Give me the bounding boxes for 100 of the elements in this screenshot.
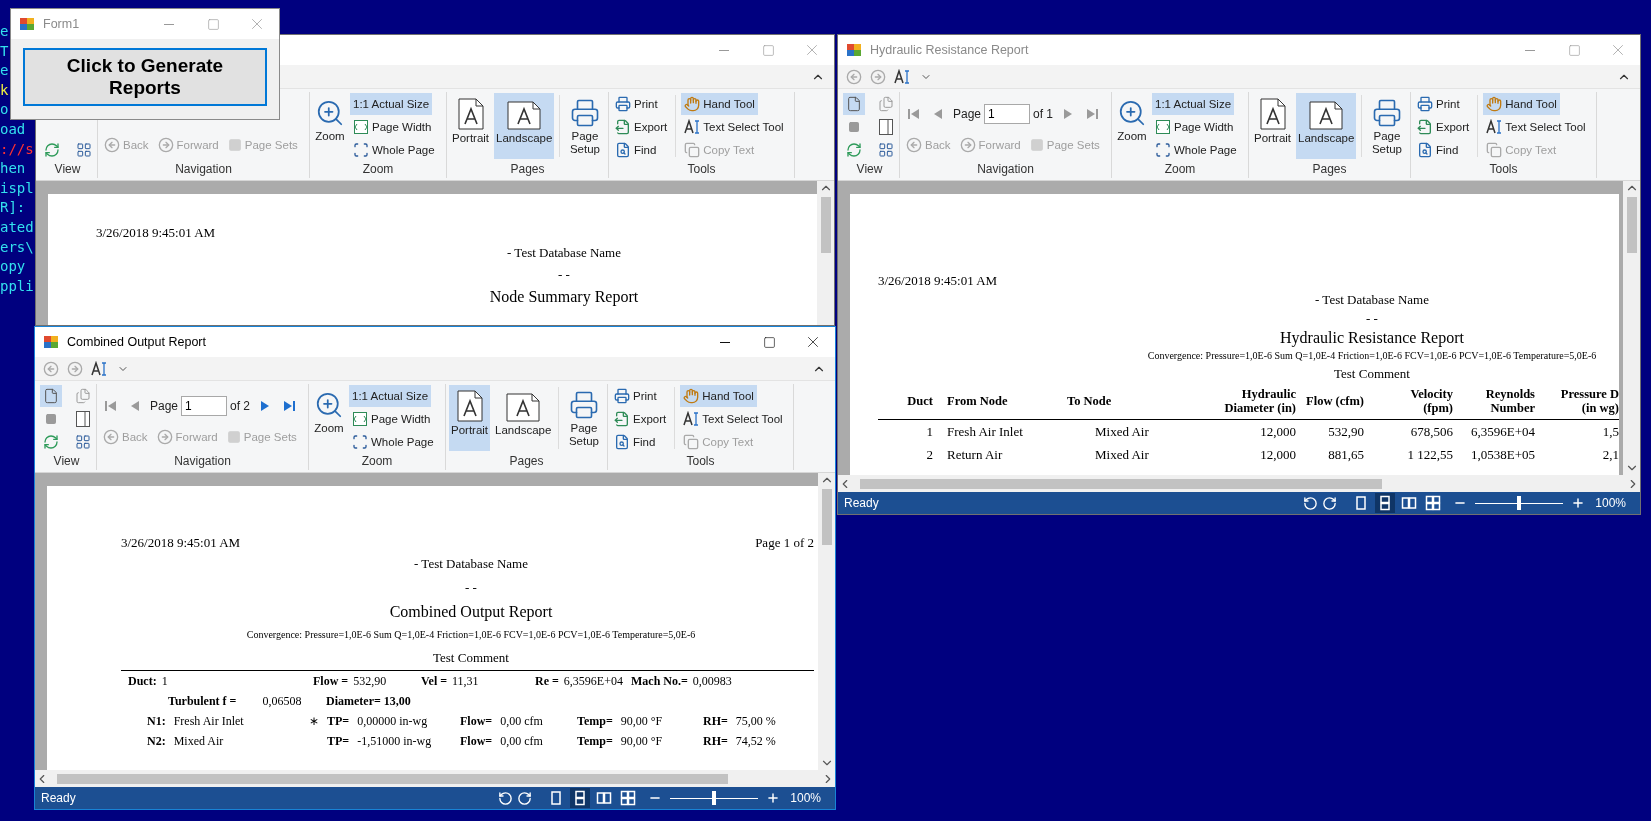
group-label: Tools (687, 161, 716, 178)
column-header: From Node (947, 394, 1008, 408)
side-panel-icon (76, 411, 90, 427)
view-mode-button[interactable] (570, 788, 591, 808)
tool-button[interactable]: Print (1414, 93, 1463, 115)
zoom-in-icon[interactable] (1571, 496, 1586, 510)
horizontal-scrollbar[interactable] (838, 475, 1640, 492)
scrollbar-thumb[interactable] (1626, 197, 1637, 253)
scrollbar-thumb[interactable] (821, 489, 832, 545)
tool-button[interactable]: Export (612, 116, 671, 138)
field-value: Mixed Air (173, 733, 224, 749)
field-label: Diameter= 13,00 (326, 693, 411, 709)
tool-button[interactable]: Export (611, 408, 670, 430)
tool-button[interactable]: Print (612, 93, 661, 115)
rotate-left-icon[interactable] (498, 790, 514, 806)
console-text: ppli (0, 276, 34, 296)
tool-button[interactable]: Find (612, 139, 660, 161)
printer-icon (569, 98, 600, 128)
tool-button[interactable]: Hand Tool (1483, 93, 1560, 115)
pages-icon (75, 388, 91, 404)
tool-button[interactable]: Export (1414, 116, 1473, 138)
page-sets-icon (227, 138, 242, 152)
tool-button[interactable]: Text Select Tool (680, 408, 786, 430)
window-title: Form1 (42, 17, 81, 31)
zoom-option-button[interactable]: Whole Page (350, 139, 438, 161)
tool-button[interactable]: Text Select Tool (1483, 116, 1589, 138)
tool-button[interactable]: Print (611, 385, 660, 407)
page-number-field[interactable]: 1 (181, 396, 228, 416)
generate-reports-button[interactable]: Click to Generate Reports (23, 48, 267, 106)
field-label: TP= (327, 713, 350, 729)
report-subtitle: Test Comment (1334, 365, 1410, 383)
report-subtitle: - - (1366, 310, 1378, 328)
tool-button[interactable]: Hand Tool (681, 93, 758, 115)
field-label: Flow= (460, 733, 493, 749)
page-setup-button[interactable]: Page Setup (563, 385, 604, 451)
field-value: 90,00 °F (620, 733, 663, 749)
vertical-scrollbar[interactable] (817, 181, 834, 325)
page-label: Page (150, 399, 179, 413)
rotate-right-icon[interactable] (517, 790, 533, 806)
table-cell: 1,0538E+05 (1470, 446, 1535, 463)
page-grid-icon (620, 790, 637, 806)
slider-thumb[interactable] (1517, 496, 1522, 510)
zoom-option-button[interactable]: Page Width (350, 116, 435, 138)
field-label: Flow = (313, 673, 349, 689)
scrollbar-thumb[interactable] (820, 197, 831, 253)
vertical-scrollbar[interactable] (818, 473, 835, 770)
zoom-button[interactable]: Zoom (313, 93, 347, 159)
group-label: View (53, 453, 80, 470)
field-value: 0,00983 (692, 673, 732, 689)
zoom-in-icon[interactable] (766, 791, 781, 805)
orientation-button[interactable]: Portrait (450, 93, 492, 159)
zoom-button[interactable]: Zoom (1115, 93, 1149, 159)
vertical-scrollbar[interactable] (1623, 181, 1640, 475)
field-label: Vel = (421, 673, 448, 689)
table-cell: 1 (926, 423, 933, 440)
field-label: Temp= (577, 713, 613, 729)
view-mode-button[interactable] (1375, 493, 1396, 513)
orientation-button[interactable]: Portrait (449, 385, 491, 451)
single-page-view-button[interactable] (843, 93, 865, 115)
orientation-button[interactable]: Landscape (494, 93, 555, 159)
page-letter-icon (506, 390, 541, 422)
text-select-icon (684, 119, 701, 135)
page-number-field[interactable]: 1 (984, 104, 1031, 124)
column-header: Hydraulic Diameter (in) (1223, 387, 1296, 415)
tool-button[interactable]: Text Select Tool (681, 116, 787, 138)
orientation-button[interactable]: Landscape (1296, 93, 1357, 159)
tool-button[interactable]: Hand Tool (680, 385, 757, 407)
field-value: 0,00 cfm (500, 733, 543, 749)
scrollbar-thumb[interactable] (56, 773, 729, 784)
table-cell: 6,3596E+04 (1470, 423, 1535, 440)
zoom-button[interactable]: Zoom (312, 385, 346, 451)
zoom-option-button[interactable]: Page Width (1152, 116, 1237, 138)
zoom-option-button[interactable]: 1:1 Actual Size (350, 93, 433, 115)
field-label: N2: (147, 733, 166, 749)
report-subtitle: - Test Database Name (507, 244, 621, 262)
scrollbar-thumb[interactable] (859, 478, 1382, 489)
rotate-left-icon[interactable] (1303, 495, 1319, 511)
skip-first-icon (103, 398, 119, 414)
single-page-view-button[interactable] (40, 385, 62, 407)
zoom-option-button[interactable]: 1:1 Actual Size (1152, 93, 1235, 115)
zoom-option-button[interactable]: Whole Page (349, 431, 437, 453)
zoom-percentage: 100% (790, 791, 821, 805)
horizontal-scrollbar[interactable] (35, 770, 835, 787)
slider-thumb[interactable] (712, 791, 717, 805)
page-setup-button[interactable]: Page Setup (1366, 93, 1407, 159)
page-setup-button[interactable]: Page Setup (564, 93, 605, 159)
orientation-button[interactable]: Portrait (1252, 93, 1294, 159)
page-icon (846, 96, 862, 112)
tool-button[interactable]: Find (1414, 139, 1462, 161)
group-label: Zoom (1164, 161, 1196, 178)
console-text: e (0, 61, 9, 81)
skip-last-icon (1084, 106, 1101, 122)
tool-button[interactable]: Find (611, 431, 659, 453)
zoom-option-button[interactable]: 1:1 Actual Size (349, 385, 432, 407)
zoom-option-button[interactable]: Page Width (349, 408, 434, 430)
orientation-button[interactable]: Landscape (493, 385, 554, 451)
field-label: TP= (327, 733, 350, 749)
rotate-right-icon[interactable] (1322, 495, 1338, 511)
zoom-option-button[interactable]: Whole Page (1152, 139, 1240, 161)
pages-icon (878, 96, 894, 112)
